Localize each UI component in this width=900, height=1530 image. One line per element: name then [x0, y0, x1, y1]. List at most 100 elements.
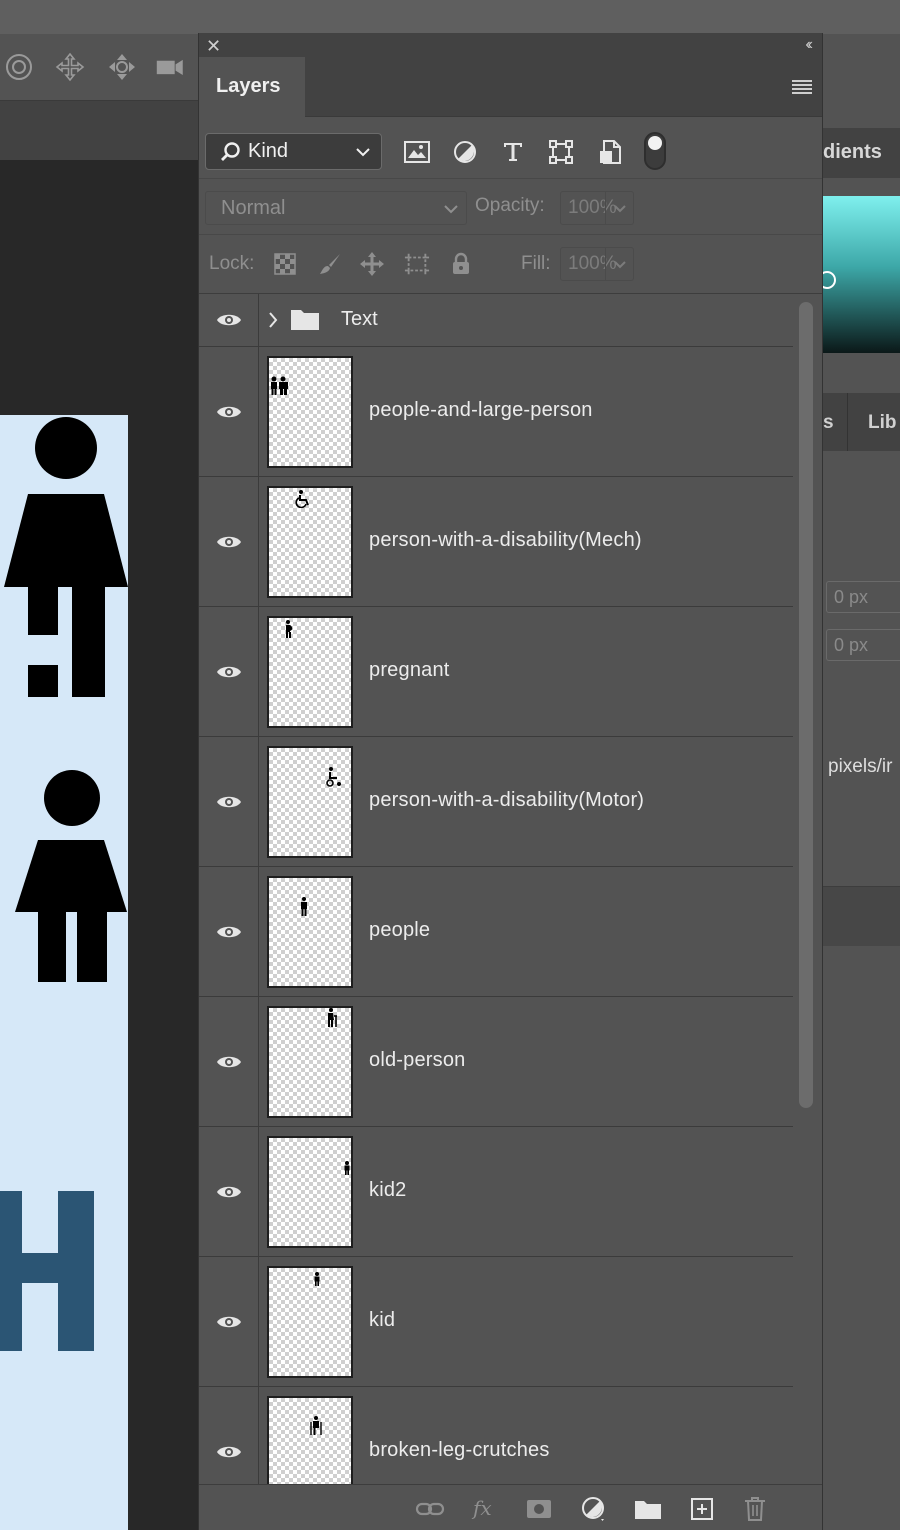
visibility-toggle[interactable] [199, 867, 259, 996]
type-filter-icon[interactable] [498, 137, 528, 167]
layer-thumbnail [267, 356, 353, 468]
filter-kind-select[interactable]: Kind [205, 133, 382, 170]
visibility-toggle[interactable] [199, 997, 259, 1126]
close-icon[interactable]: ✕ [206, 36, 221, 57]
libraries-tab[interactable]: Lib [868, 412, 897, 434]
slide-3d-icon[interactable] [105, 50, 139, 84]
new-layer-icon[interactable] [687, 1495, 717, 1523]
layer-row[interactable]: person-with-a-disability(Mech) [199, 477, 793, 607]
layer-name: person-with-a-disability(Mech) [369, 529, 642, 551]
layers-bottom-toolbar: fx [199, 1484, 822, 1530]
color-picker-field[interactable] [823, 196, 900, 353]
layer-row[interactable]: old-person [199, 997, 793, 1127]
toggle-knob [648, 136, 662, 150]
opacity-field[interactable]: 100% [560, 191, 634, 225]
adjustment-layer-icon[interactable] [579, 1495, 609, 1523]
smart-object-filter-icon[interactable] [595, 137, 625, 167]
lock-all-icon[interactable] [448, 251, 474, 277]
tab-layers[interactable]: Layers [199, 57, 305, 117]
layer-row[interactable]: kid [199, 1257, 793, 1387]
layer-row[interactable]: people-and-large-person [199, 347, 793, 477]
new-group-icon[interactable] [633, 1495, 663, 1523]
layer-name: pregnant [369, 659, 450, 681]
adjustment-filter-icon[interactable] [450, 137, 480, 167]
motor-wheelchair-icon [326, 767, 341, 787]
visibility-toggle[interactable] [199, 294, 259, 346]
right-field-2[interactable]: 0 px [826, 629, 900, 661]
panel-titlebar: ✕ ‹‹ [199, 33, 822, 57]
lock-artboard-icon[interactable] [404, 251, 430, 277]
collapse-icon[interactable]: ‹‹ [805, 36, 812, 54]
layer-name: kid [369, 1309, 396, 1331]
layer-row[interactable]: pregnant [199, 607, 793, 737]
lock-position-icon[interactable] [359, 251, 385, 277]
tab-layers-label: Layers [216, 75, 281, 97]
layer-name: people-and-large-person [369, 399, 593, 421]
layer-thumbnail [267, 746, 353, 858]
layer-thumbnail [267, 486, 353, 598]
eye-icon [216, 666, 241, 677]
filter-kind-label: Kind [248, 140, 289, 162]
layer-row[interactable]: broken-leg-crutches [199, 1387, 793, 1484]
orbit-3d-icon[interactable] [2, 50, 36, 84]
layer-thumbnail [267, 1136, 353, 1248]
eye-icon [216, 1186, 241, 1197]
eye-icon [216, 926, 241, 937]
eye-icon [216, 536, 241, 547]
visibility-toggle[interactable] [199, 477, 259, 606]
wheelchair-icon [295, 490, 309, 508]
blend-mode-select[interactable]: Normal [205, 191, 467, 225]
lock-pixels-icon[interactable] [317, 251, 343, 277]
chevron-right-icon[interactable] [267, 310, 279, 335]
pan-3d-icon[interactable] [53, 50, 87, 84]
filter-toggle[interactable] [644, 132, 666, 170]
fx-layer-style-icon[interactable]: fx [471, 1495, 501, 1523]
artboard-canvas [0, 415, 128, 1530]
search-icon [220, 141, 242, 169]
scrollbar-thumb[interactable] [799, 302, 813, 1108]
eye-icon [216, 796, 241, 807]
eye-icon [216, 1316, 241, 1327]
chevron-down-icon [605, 192, 633, 224]
lock-transparent-icon[interactable] [272, 251, 298, 277]
gradients-tab[interactable]: dients [823, 128, 900, 178]
layer-row[interactable]: people [199, 867, 793, 997]
visibility-toggle[interactable] [199, 1127, 259, 1256]
right-panel-band [823, 886, 900, 946]
panel-tab-row: Layers [199, 57, 822, 117]
visibility-toggle[interactable] [199, 1387, 259, 1484]
layer-row[interactable]: kid2 [199, 1127, 793, 1257]
add-mask-icon[interactable] [524, 1495, 554, 1523]
layer-name: person-with-a-disability(Motor) [369, 789, 645, 811]
old-person-icon [328, 1008, 337, 1027]
lock-label: Lock: [209, 253, 255, 274]
layer-name: kid2 [369, 1179, 407, 1201]
people-and-large-person-icon [271, 376, 288, 395]
delete-layer-icon[interactable] [740, 1495, 770, 1523]
lock-row: Lock: Fill: 100% [199, 235, 822, 294]
link-layers-icon[interactable] [415, 1495, 445, 1523]
right-tab-partial[interactable]: s [823, 412, 834, 434]
right-field-1[interactable]: 0 px [826, 581, 900, 613]
visibility-toggle[interactable] [199, 607, 259, 736]
folder-icon [290, 307, 320, 336]
layer-row[interactable]: person-with-a-disability(Motor) [199, 737, 793, 867]
pregnant-icon [286, 620, 293, 638]
visibility-toggle[interactable] [199, 737, 259, 866]
group-name: Text [341, 308, 378, 330]
shape-filter-icon[interactable] [546, 137, 576, 167]
panel-menu-icon[interactable] [792, 79, 812, 95]
layer-thumbnail [267, 1266, 353, 1378]
layer-list: Text people-and-large-person person-with… [199, 294, 793, 1484]
opacity-label: Opacity: [475, 195, 545, 216]
properties-tabs: s Lib [823, 393, 900, 451]
visibility-toggle[interactable] [199, 1257, 259, 1386]
image-filter-icon[interactable] [402, 137, 432, 167]
layer-thumbnail [267, 876, 353, 988]
visibility-toggle[interactable] [199, 347, 259, 476]
blend-mode-value: Normal [221, 197, 286, 219]
fill-field[interactable]: 100% [560, 247, 634, 281]
video-camera-3d-icon[interactable] [155, 50, 189, 84]
layer-group-row[interactable]: Text [199, 294, 793, 347]
layer-list-scrollbar[interactable] [793, 294, 822, 1484]
